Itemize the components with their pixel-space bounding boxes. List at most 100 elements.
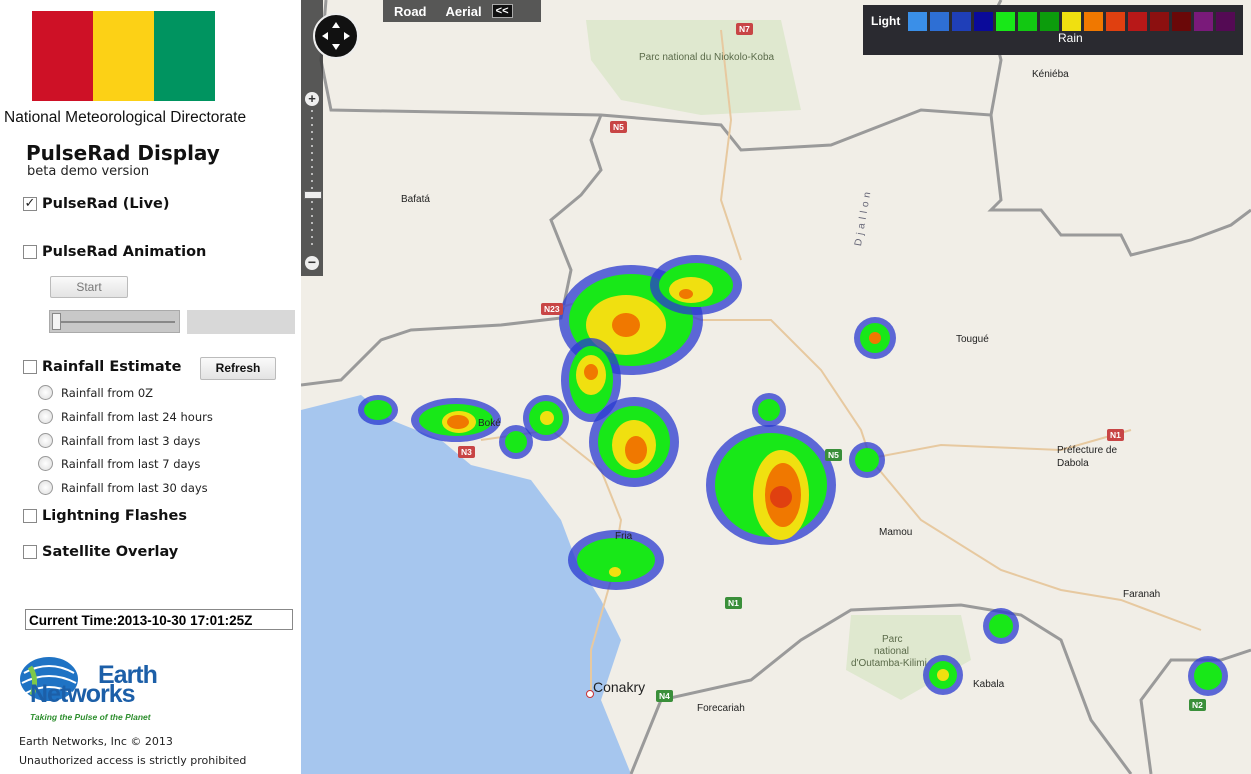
storm-cell (706, 425, 836, 545)
map-label: Kabala (973, 679, 1005, 690)
animation-start-button[interactable]: Start (50, 276, 128, 298)
radio-button[interactable] (38, 433, 53, 448)
tab-aerial[interactable]: Aerial (446, 4, 482, 19)
legend-swatch (1062, 12, 1081, 31)
guinea-flag (32, 11, 215, 101)
legend-swatch (996, 12, 1015, 31)
radio-button[interactable] (38, 385, 53, 400)
road-shield: N7 (736, 23, 753, 35)
organization-name: National Meteorological Directorate (4, 109, 247, 126)
storm-cell (650, 255, 742, 315)
radar-map[interactable]: Parc national du Niokolo-Koba Kéniéba Ba… (301, 0, 1251, 774)
storm-cell (923, 655, 963, 695)
rainfall-estimate-label: Rainfall Estimate (42, 359, 182, 375)
control-panel: National Meteorological Directorate Puls… (0, 0, 301, 774)
lightning-flashes-checkbox[interactable] (23, 509, 37, 523)
pulserad-live-checkbox[interactable]: ✓ (23, 197, 37, 211)
road-shield: N4 (656, 690, 673, 702)
radio-button[interactable] (38, 480, 53, 495)
road-shield: N5 (825, 449, 842, 461)
slider-handle[interactable] (52, 313, 61, 330)
rain-legend: Light Rain (863, 5, 1243, 55)
radio-label: Rainfall from 0Z (61, 385, 154, 400)
pulserad-live-option[interactable]: ✓ PulseRad (Live) (23, 196, 170, 212)
radio-label: Rainfall from last 24 hours (61, 409, 213, 424)
storm-cell (849, 442, 885, 478)
rainfall-option-7d[interactable]: Rainfall from last 7 days (38, 456, 200, 471)
legend-swatch (1172, 12, 1191, 31)
satellite-overlay-option[interactable]: Satellite Overlay (23, 544, 178, 560)
storm-cell (358, 395, 398, 425)
satellite-overlay-checkbox[interactable] (23, 545, 37, 559)
storm-cell (1188, 656, 1228, 696)
road-shield: N3 (458, 446, 475, 458)
rainfall-option-0z[interactable]: Rainfall from 0Z (38, 385, 153, 400)
map-label: Parc national du Niokolo-Koba (639, 52, 775, 63)
lightning-flashes-option[interactable]: Lightning Flashes (23, 508, 187, 524)
flag-yellow-band (93, 11, 154, 101)
collapse-nav-button[interactable]: << (491, 4, 513, 18)
map-label: Mamou (879, 527, 913, 538)
radio-button[interactable] (38, 409, 53, 424)
flag-red-band (32, 11, 93, 101)
map-label: Boké (478, 418, 501, 429)
zoom-slider[interactable] (311, 110, 313, 250)
map-label: Fria (615, 531, 633, 542)
refresh-button[interactable]: Refresh (200, 357, 276, 380)
map-label: Parc (882, 634, 903, 645)
pan-arrows-icon (322, 22, 350, 50)
radio-label: Rainfall from last 3 days (61, 433, 201, 448)
legend-intensity-label: Light (871, 14, 901, 28)
slider-track (54, 321, 175, 323)
map-type-tabs: Road Aerial << (383, 0, 541, 22)
legend-swatch (1040, 12, 1059, 31)
pulserad-animation-label: PulseRad Animation (42, 244, 207, 260)
road-shield: N1 (725, 597, 742, 609)
zoom-out-button[interactable]: − (305, 255, 319, 270)
pulserad-animation-option[interactable]: PulseRad Animation (23, 244, 206, 260)
legend-swatch (1106, 12, 1125, 31)
satellite-overlay-label: Satellite Overlay (42, 544, 179, 560)
pulserad-live-label: PulseRad (Live) (42, 196, 170, 212)
radio-button[interactable] (38, 456, 53, 471)
legend-swatch (1150, 12, 1169, 31)
legend-swatch (1084, 12, 1103, 31)
current-time-display: Current Time:2013-10-30 17:01:25Z (25, 609, 293, 630)
zoom-in-button[interactable]: + (305, 92, 319, 106)
zoom-slider-handle[interactable] (304, 191, 322, 199)
storm-cell (752, 393, 786, 427)
lightning-flashes-label: Lightning Flashes (42, 508, 187, 524)
storm-cell (499, 425, 533, 459)
pulserad-animation-checkbox[interactable] (23, 245, 37, 259)
map-label: Faranah (1123, 589, 1161, 600)
tab-road[interactable]: Road (394, 4, 427, 19)
rainfall-option-3d[interactable]: Rainfall from last 3 days (38, 433, 200, 448)
storm-cell (854, 317, 896, 359)
legend-swatch (1018, 12, 1037, 31)
pan-control[interactable] (313, 13, 359, 59)
map-label: national (874, 646, 910, 657)
legend-title: Rain (1058, 31, 1083, 45)
rainfall-option-24h[interactable]: Rainfall from last 24 hours (38, 409, 213, 424)
map-label: Kéniéba (1032, 69, 1069, 80)
legend-swatch (930, 12, 949, 31)
storm-cell (589, 397, 679, 487)
map-label: Dabola (1057, 458, 1089, 469)
rainfall-estimate-option[interactable]: Rainfall Estimate (23, 359, 181, 375)
animation-frame-display (187, 310, 295, 334)
road-shield: N23 (541, 303, 563, 315)
legend-swatch (908, 12, 927, 31)
rainfall-option-30d[interactable]: Rainfall from last 30 days (38, 480, 208, 495)
page-subtitle: beta demo version (27, 164, 150, 179)
flag-green-band (154, 11, 215, 101)
legend-swatch (952, 12, 971, 31)
map-label: d'Outamba-Kilimi (851, 658, 927, 669)
animation-slider[interactable] (49, 310, 180, 333)
radio-label: Rainfall from last 7 days (61, 456, 201, 471)
road-shield: N5 (610, 121, 627, 133)
radio-label: Rainfall from last 30 days (61, 480, 208, 495)
map-label: Tougué (956, 334, 989, 345)
page-title: PulseRad Display (26, 141, 220, 165)
map-label: Bafatá (401, 194, 430, 205)
rainfall-estimate-checkbox[interactable] (23, 360, 37, 374)
